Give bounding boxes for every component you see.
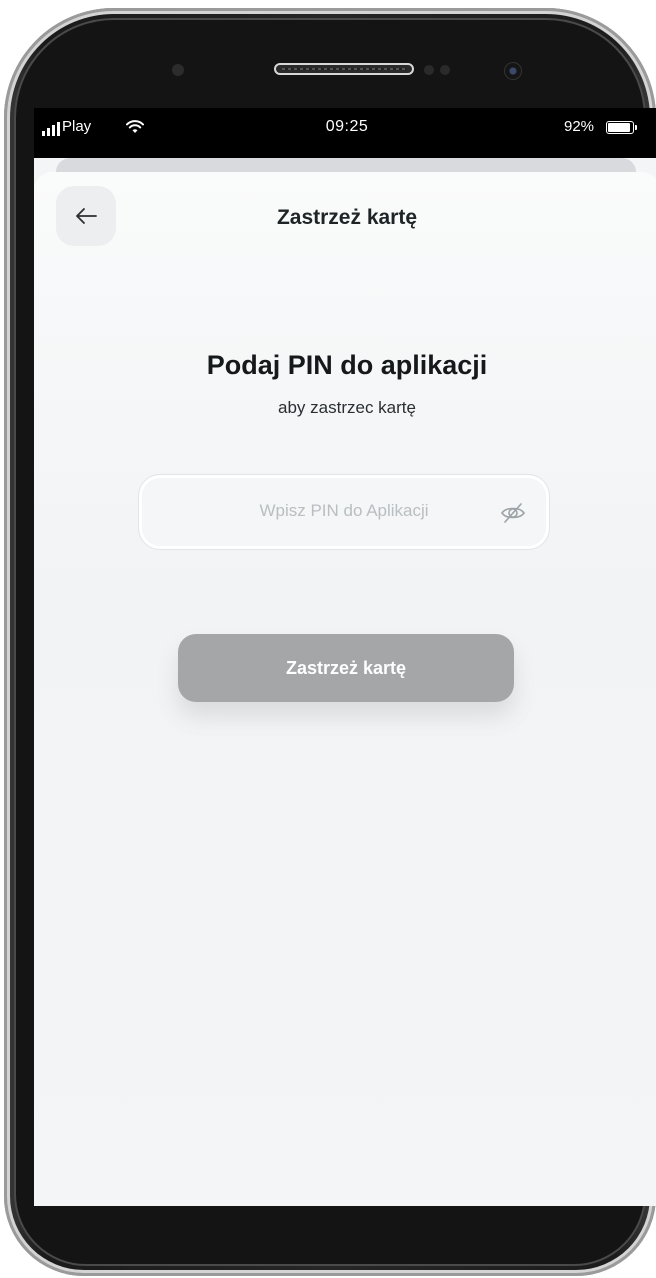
eye-off-icon[interactable] bbox=[499, 499, 527, 527]
pin-field[interactable]: Wpisz PIN do Aplikacji bbox=[138, 474, 550, 550]
front-camera bbox=[504, 62, 522, 80]
earpiece-speaker bbox=[274, 63, 414, 75]
proximity-sensor bbox=[424, 65, 434, 75]
battery-nub bbox=[635, 125, 637, 130]
status-bar: Play 09:25 92% bbox=[34, 108, 656, 158]
page-title: Zastrzeż kartę bbox=[276, 206, 418, 229]
pin-prompt-subtitle: aby zastrzec kartę bbox=[278, 398, 416, 417]
block-card-button[interactable]: Zastrzeż kartę bbox=[178, 634, 514, 702]
status-time: 09:25 bbox=[325, 118, 369, 135]
pin-prompt-title: Podaj PIN do aplikacji bbox=[206, 350, 488, 380]
battery-percent: 92% bbox=[564, 118, 595, 135]
modal-sheet: Zastrzeż kartę Podaj PIN do aplikacji ab… bbox=[34, 172, 656, 1206]
front-sensor bbox=[172, 64, 184, 76]
pin-input[interactable] bbox=[159, 489, 493, 539]
battery-icon bbox=[606, 121, 634, 134]
phone-frame: Play 09:25 92% Zastrzeż kartę Podaj PIN … bbox=[4, 8, 656, 1276]
screen: Play 09:25 92% Zastrzeż kartę Podaj PIN … bbox=[34, 108, 656, 1206]
ambient-sensor bbox=[440, 65, 450, 75]
